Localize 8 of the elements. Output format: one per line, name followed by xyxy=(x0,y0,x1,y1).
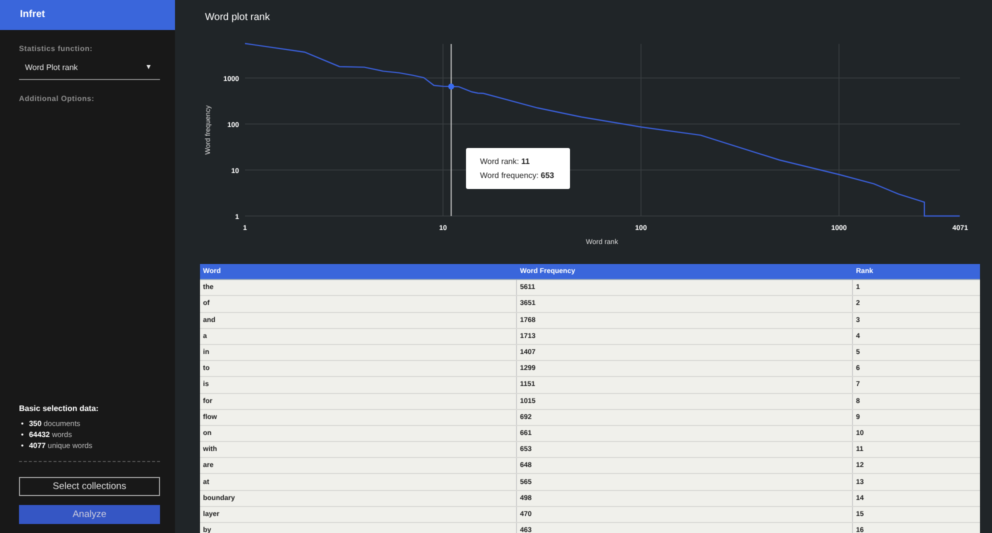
hover-point xyxy=(448,84,454,90)
select-button[interactable]: Select collections xyxy=(19,477,160,496)
analyze-button[interactable]: Analyze xyxy=(19,505,160,524)
tooltip-text: Word frequency: 653 xyxy=(480,170,556,182)
section-title: Basic selection data: xyxy=(19,404,100,413)
chart-title: Word plot rank xyxy=(205,12,270,23)
app-title: Infret xyxy=(0,0,175,30)
tooltip-text: Word rank: 11 xyxy=(480,156,531,168)
